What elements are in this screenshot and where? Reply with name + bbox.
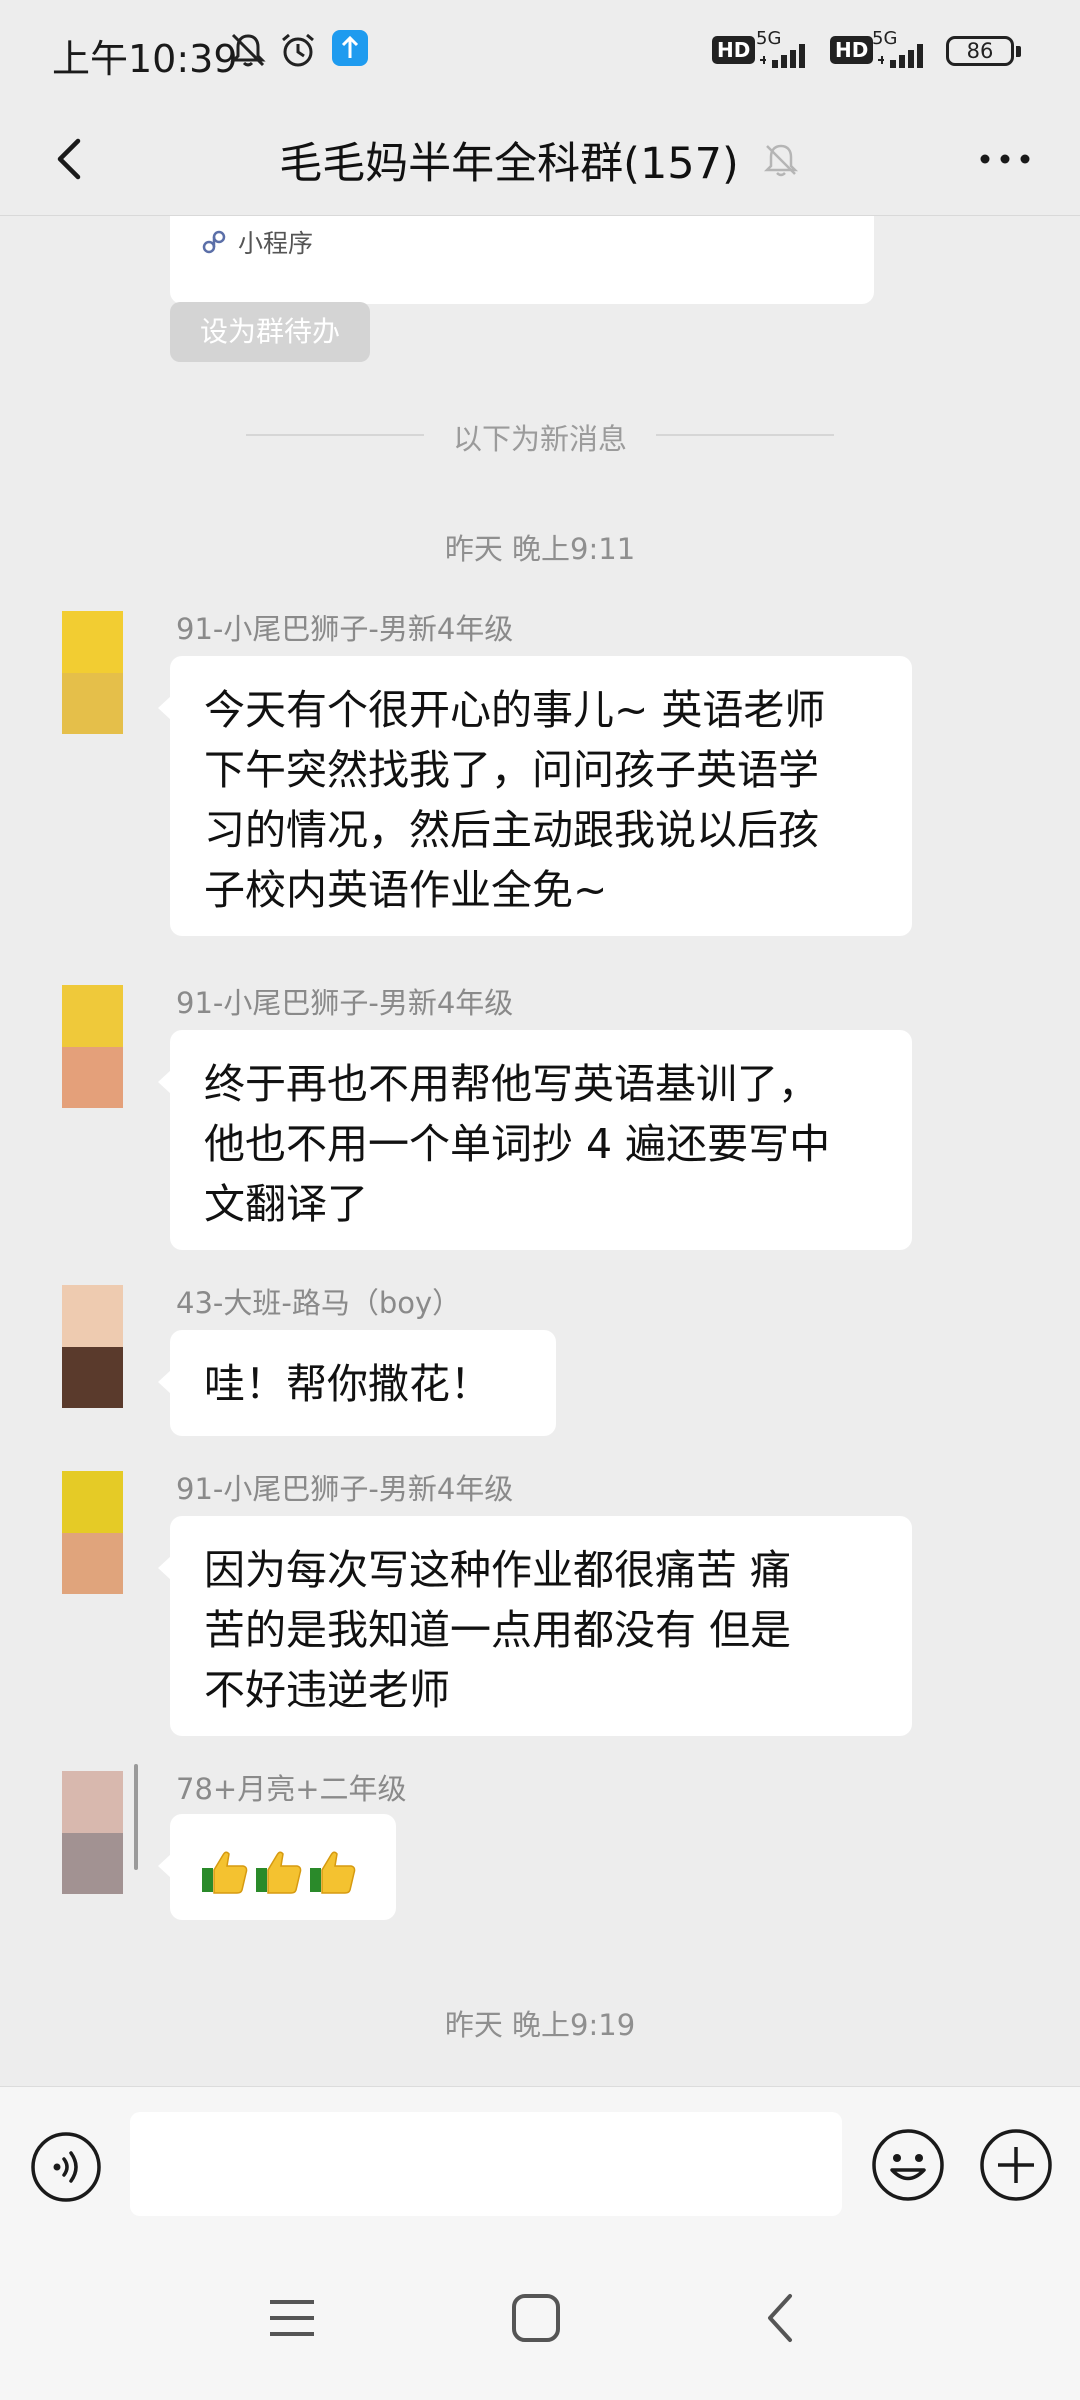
avatar[interactable] [62,611,123,734]
sender-name: 91-小尾巴狮子-男新4年级 [176,612,514,646]
status-bar: 上午10:39 HD 5G HD 5G 86 [0,0,1080,105]
message-text: 习的情况，然后主动跟我说以后孩 [204,806,819,854]
new-messages-label: 以下为新消息 [452,422,627,456]
message-text: 今天有个很开心的事儿~ 英语老师 [204,686,826,734]
group-title: 毛毛妈半年全科群(157) [279,139,739,189]
message-bubble[interactable] [158,1814,396,1920]
message-text: 因为每次写这种作业都很痛苦 痛 [204,1546,792,1594]
signal-icon-2 [878,44,923,68]
sender-name: 43-大班-路马（boy） [176,1286,462,1320]
plus-icon[interactable] [978,2127,1054,2203]
message-bubble[interactable]: 今天有个很开心的事儿~ 英语老师 下午突然找我了，问问孩子英语学 习的情况，然后… [158,656,912,936]
message-text: 文翻译了 [204,1180,368,1228]
scroll-indicator[interactable] [134,1764,138,1870]
chat-header: 毛毛妈半年全科群(157) [0,105,1080,216]
battery-indicator: 86 [946,36,1014,66]
message-bubble[interactable]: 哇！帮你撒花！ [158,1330,556,1436]
message-text: 哇！帮你撒花！ [204,1360,491,1408]
signal-icon-1 [760,44,805,68]
back-arrow-icon[interactable] [40,127,104,191]
message-input[interactable] [130,2112,842,2216]
hd-badge-2: HD [830,36,874,64]
message-bubble[interactable]: 因为每次写这种作业都很痛苦 痛 苦的是我知道一点用都没有 但是 不好违逆老师 [158,1516,912,1736]
avatar[interactable] [62,1285,123,1408]
mini-program-card[interactable]: 小程序 [170,216,874,304]
voice-input-icon[interactable] [30,2131,102,2203]
title-wrap: 毛毛妈半年全科群(157) [0,105,1080,215]
message-text: 不好违逆老师 [204,1666,450,1714]
avatar[interactable] [62,1471,123,1594]
mini-program-icon [202,230,226,254]
sender-name: 91-小尾巴狮子-男新4年级 [176,1472,514,1506]
home-icon[interactable] [508,2290,564,2346]
timestamp-1: 昨天 晚上9:11 [444,532,636,566]
set-group-todo-button[interactable]: 设为群待办 [170,302,370,362]
more-options-icon[interactable] [970,129,1040,189]
input-bar [0,2086,1080,2247]
sender-name: 78+月亮+二年级 [176,1772,407,1806]
thumbs-up-icon [202,1851,248,1894]
thumbs-up-icon [310,1851,356,1894]
message-text: 下午突然找我了，问问孩子英语学 [204,746,819,794]
avatar[interactable] [62,1771,123,1894]
emoji-icon[interactable] [870,2127,946,2203]
mini-program-label: 小程序 [238,229,314,258]
message-text: 他也不用一个单词抄 4 遍还要写中 [204,1120,831,1168]
message-text: 苦的是我知道一点用都没有 但是 [204,1606,792,1654]
message-text: 终于再也不用帮他写英语基训了， [204,1060,819,1108]
back-nav-icon[interactable] [752,2290,808,2346]
message-text: 子校内英语作业全免~ [204,866,608,914]
alarm-icon [282,33,314,67]
avatar[interactable] [62,985,123,1108]
upload-app-icon [332,30,368,66]
bell-muted-icon [230,33,266,67]
timestamp-2: 昨天 晚上9:19 [444,2008,636,2042]
message-bubble[interactable]: 终于再也不用帮他写英语基训了， 他也不用一个单词抄 4 遍还要写中 文翻译了 [158,1030,912,1250]
mute-notification-icon [763,144,798,177]
status-time: 上午10:39 [52,37,238,81]
hd-badge-1: HD [712,36,756,64]
message-list[interactable]: 小程序 设为群待办 以下为新消息 昨天 晚上9:11 91-小尾巴狮子-男新4年… [0,216,1080,2086]
battery-tip [1016,46,1021,57]
menu-icon[interactable] [264,2290,320,2346]
thumbs-up-icon [256,1851,302,1894]
sender-name: 91-小尾巴狮子-男新4年级 [176,986,514,1020]
system-nav-bar [0,2246,1080,2400]
